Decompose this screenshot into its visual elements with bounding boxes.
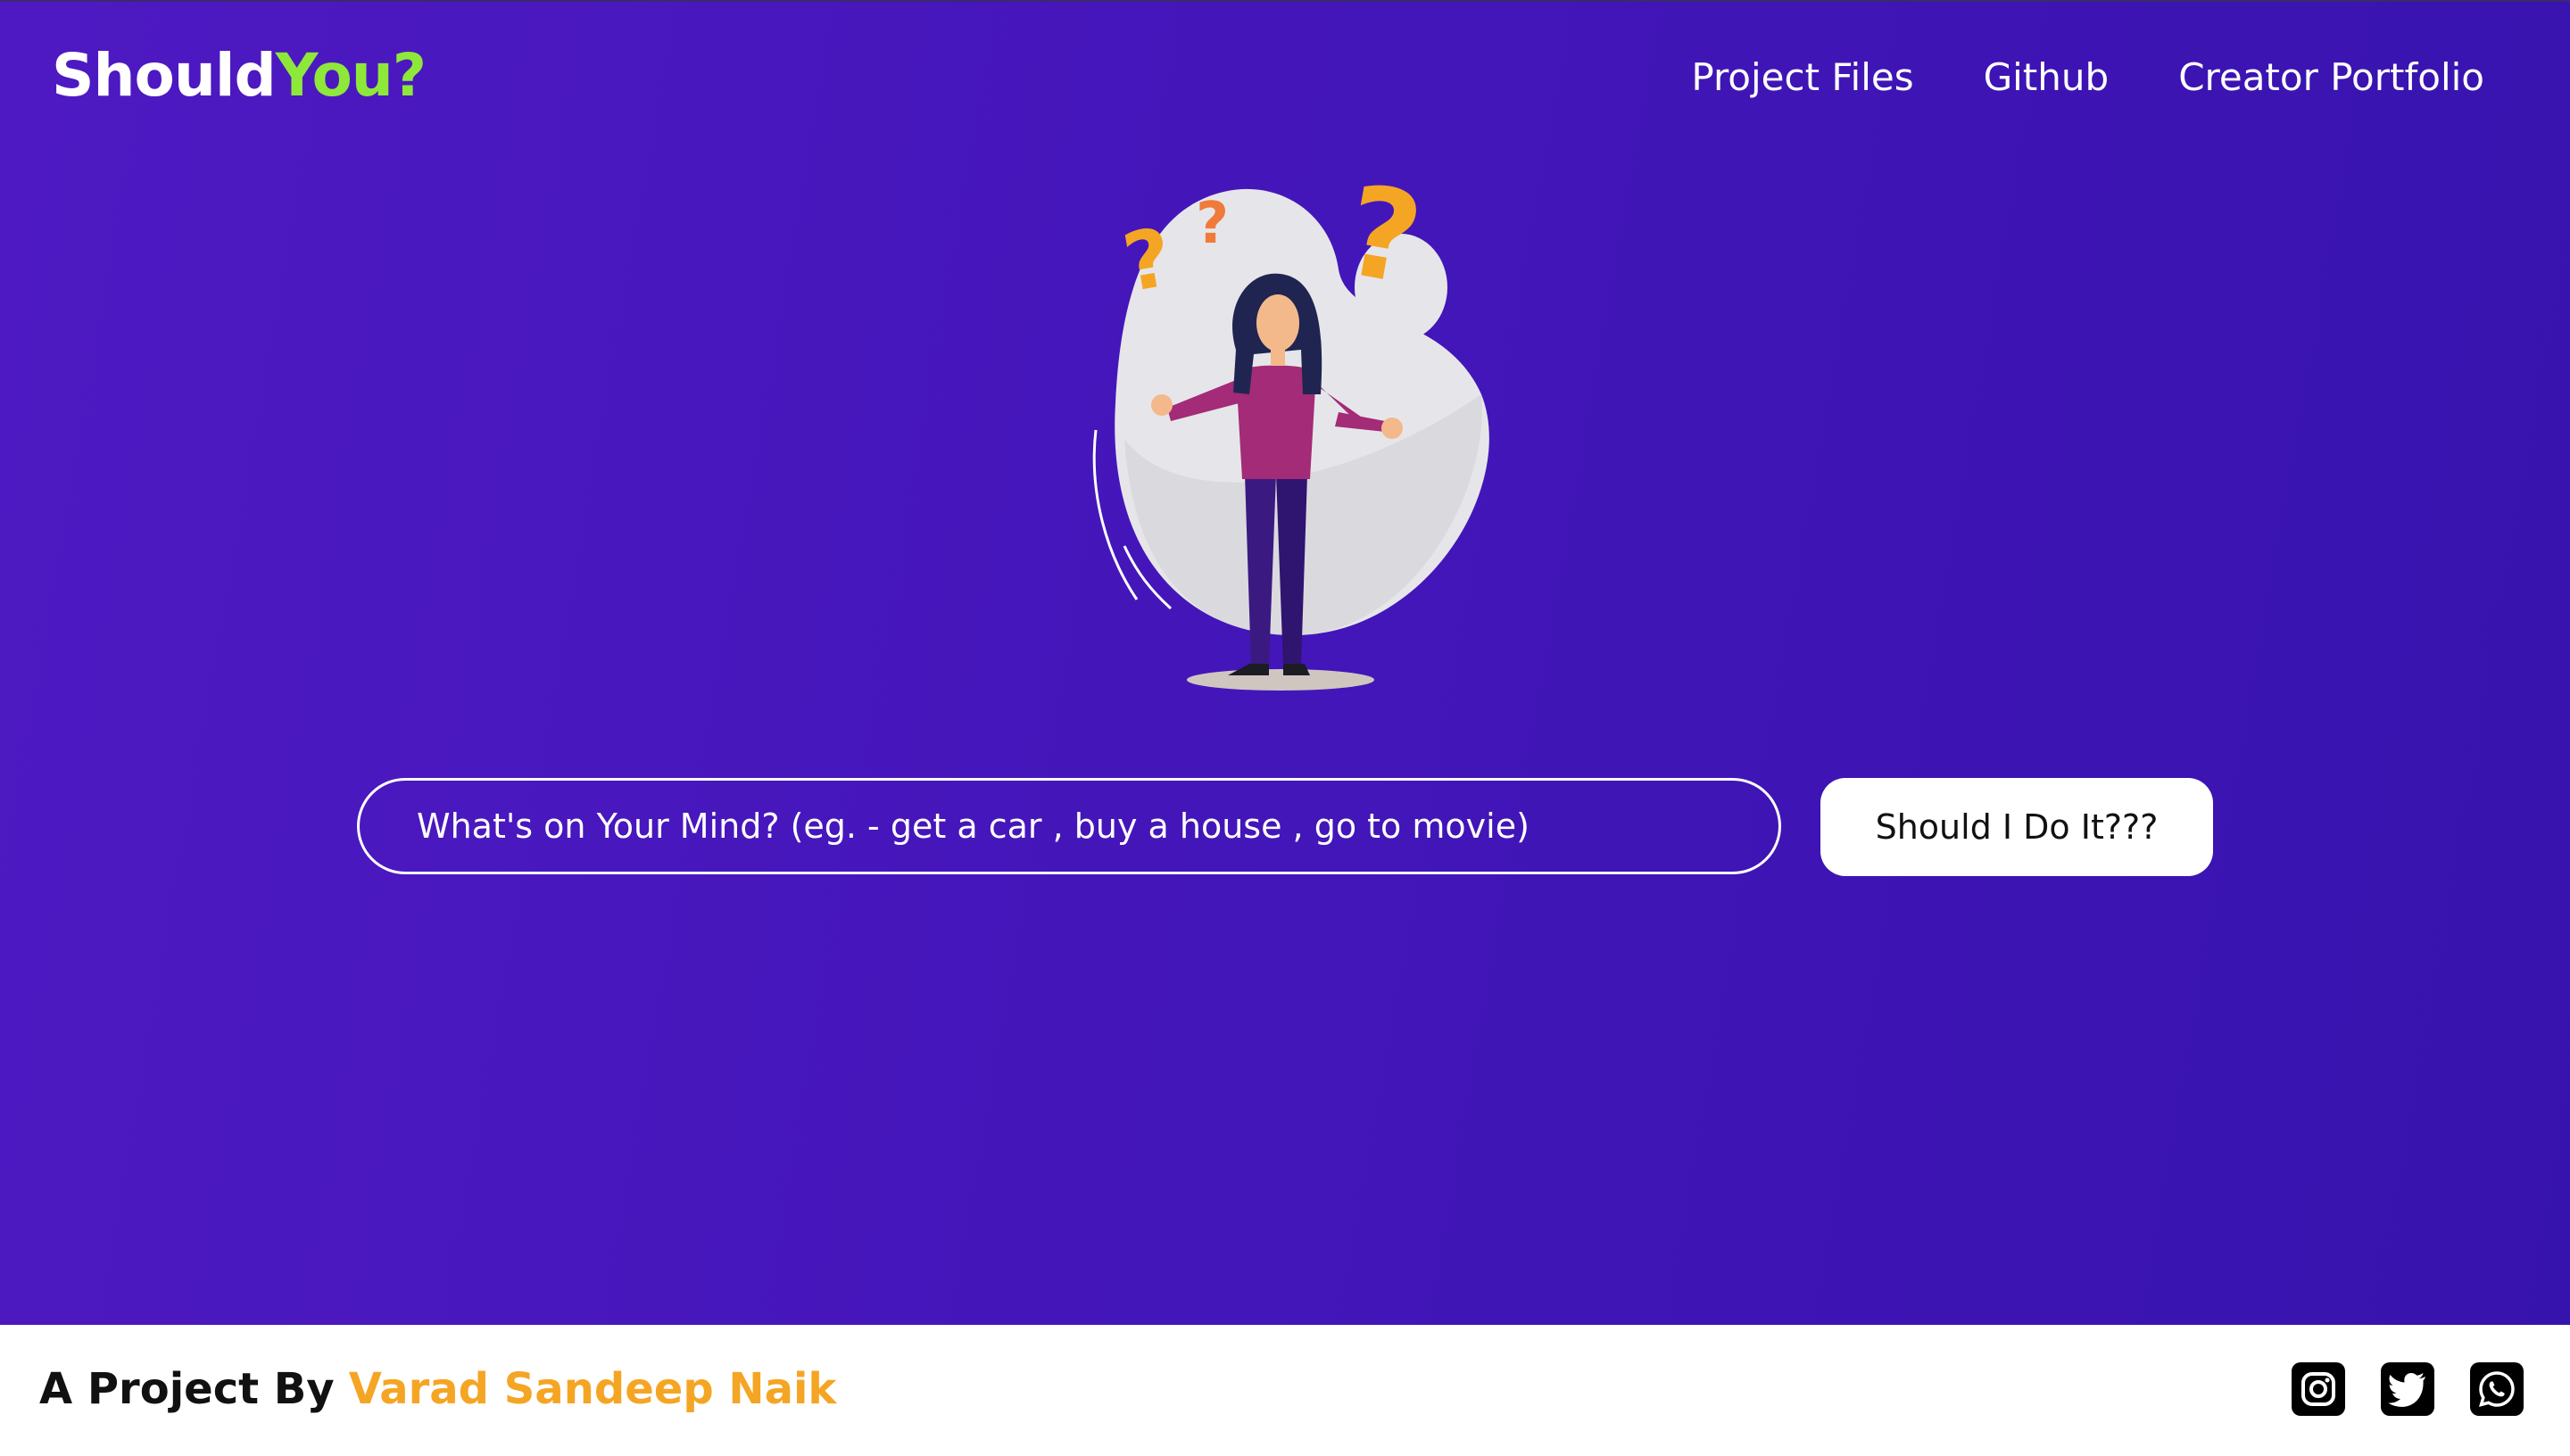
twitter-icon xyxy=(2388,1372,2425,1407)
project-credit: A Project By Varad Sandeep Naik xyxy=(39,1364,836,1414)
logo-main: Should xyxy=(52,41,277,110)
floor-shadow xyxy=(1187,669,1374,691)
shoe xyxy=(1283,664,1310,675)
logo-accent: You? xyxy=(275,41,427,110)
hand xyxy=(1151,394,1173,416)
neck xyxy=(1271,346,1285,366)
shoe xyxy=(1228,664,1269,675)
legs xyxy=(1276,475,1307,666)
instagram-icon xyxy=(2301,1372,2335,1406)
legs xyxy=(1245,475,1276,666)
face xyxy=(1256,294,1299,352)
whatsapp-link[interactable] xyxy=(2470,1362,2524,1416)
top-nav: Project Files Github Creator Portfolio xyxy=(1691,55,2484,99)
nav-project-files[interactable]: Project Files xyxy=(1691,55,1913,99)
twitter-link[interactable] xyxy=(2381,1362,2434,1416)
hand xyxy=(1381,418,1403,439)
social-links xyxy=(2292,1362,2524,1416)
question-mark-icon: ? xyxy=(1196,191,1229,257)
footer: A Project By Varad Sandeep Naik xyxy=(0,1325,2570,1456)
should-i-do-it-button[interactable]: Should I Do It??? xyxy=(1820,778,2213,876)
credit-prefix: A Project By xyxy=(39,1364,335,1414)
site-logo[interactable]: ShouldYou? xyxy=(52,41,427,110)
search-input[interactable] xyxy=(357,778,1781,874)
nav-creator-portfolio[interactable]: Creator Portfolio xyxy=(2178,55,2484,99)
credit-author-name[interactable]: Varad Sandeep Naik xyxy=(349,1364,837,1414)
nav-github[interactable]: Github xyxy=(1984,55,2110,99)
page: ShouldYou? Project Files Github Creator … xyxy=(0,0,2570,1456)
instagram-link[interactable] xyxy=(2292,1362,2345,1416)
whatsapp-icon xyxy=(2478,1371,2515,1408)
hero-section: ShouldYou? Project Files Github Creator … xyxy=(0,0,2570,1325)
confused-woman-illustration: ? ? ? xyxy=(1092,171,1489,691)
